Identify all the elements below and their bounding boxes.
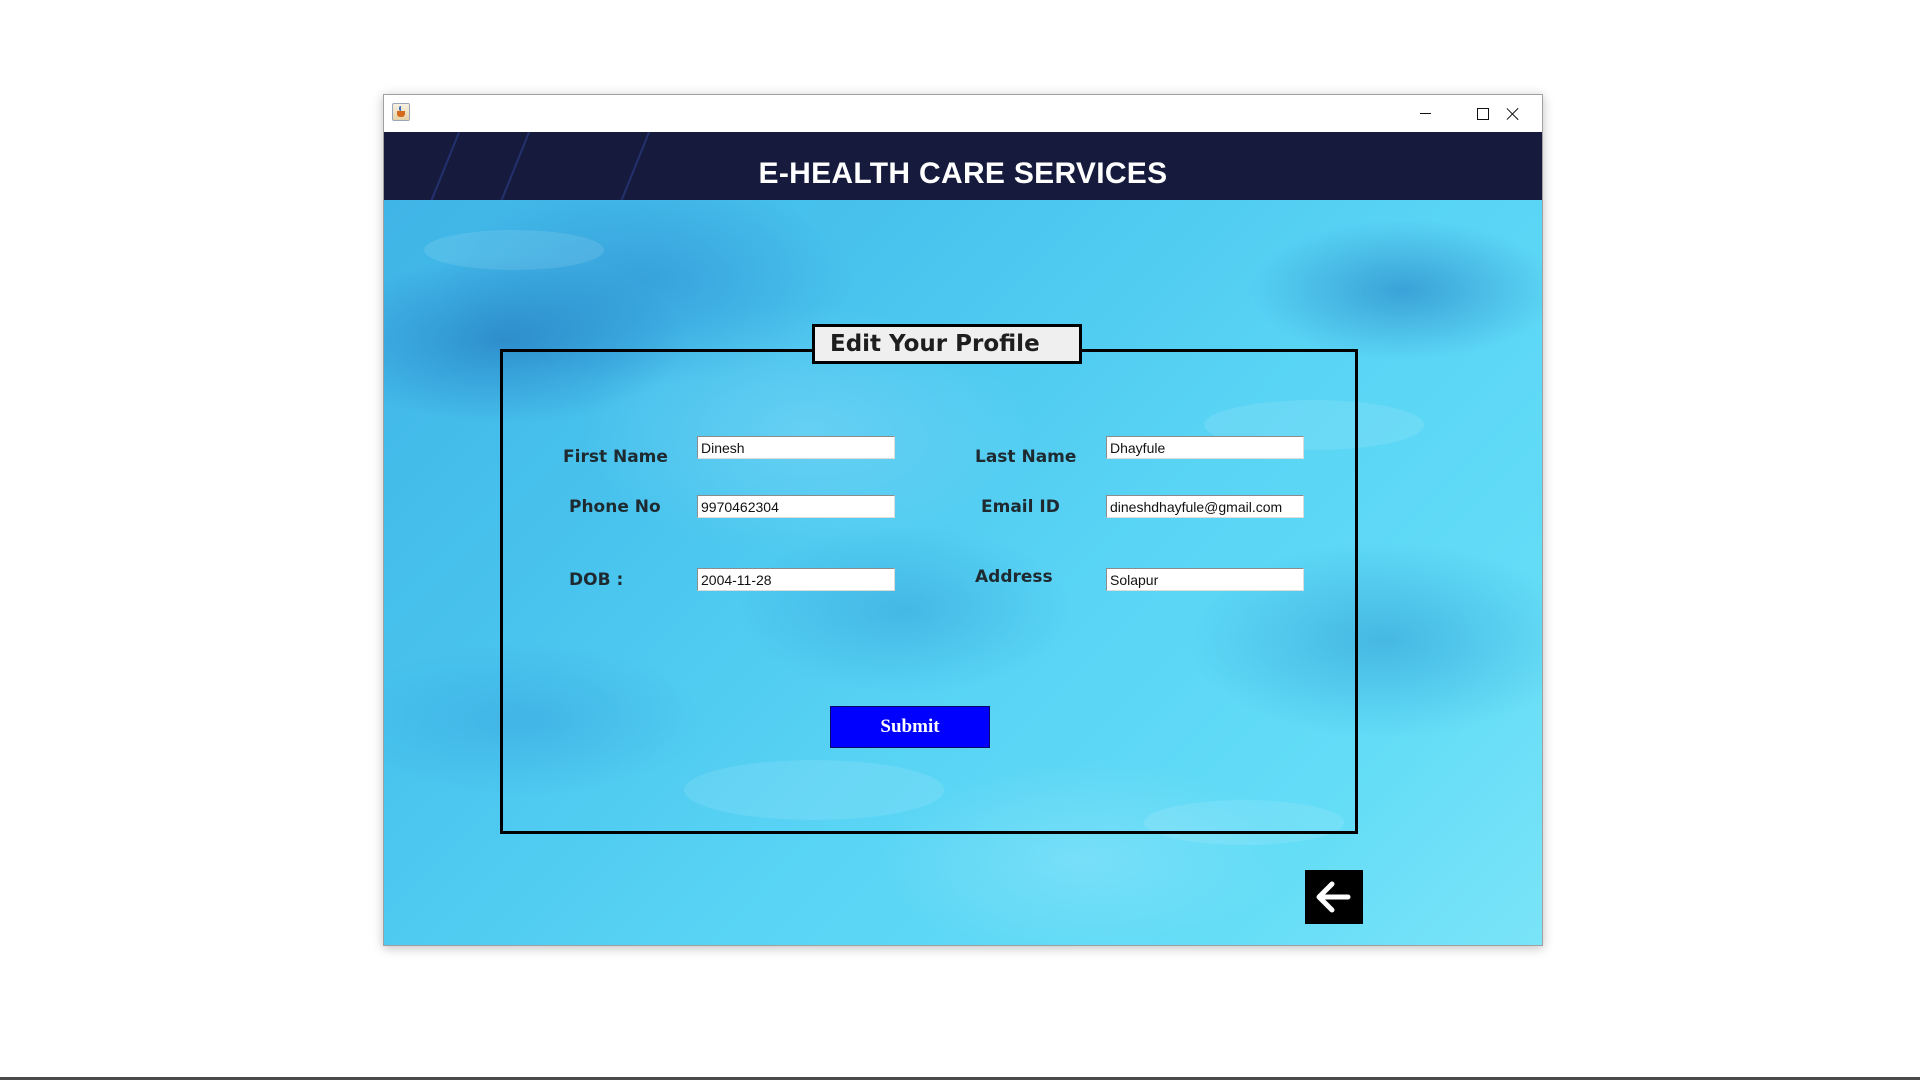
desktop: E-HEALTH CARE SERVICES Edit Your Profile… [0,0,1920,1080]
water-background: Edit Your Profile First Name Dinesh Last… [384,200,1542,945]
header-banner: E-HEALTH CARE SERVICES [384,132,1542,200]
address-label: Address [975,567,1053,587]
app-title: E-HEALTH CARE SERVICES [758,157,1168,190]
arrow-left-icon [1316,881,1351,913]
title-bar[interactable] [384,95,1542,132]
ripple-decoration [424,230,604,270]
java-cup-icon [392,103,410,121]
form-title: Edit Your Profile [812,324,1082,364]
close-button[interactable] [1484,95,1542,132]
dob-field[interactable]: 2004-11-28 [697,568,895,591]
minimize-button[interactable] [1396,95,1454,132]
first-name-label: First Name [563,447,668,467]
email-label: Email ID [981,497,1060,517]
last-name-label: Last Name [975,447,1077,467]
phone-label: Phone No [569,497,661,517]
back-button[interactable] [1305,870,1363,924]
last-name-field[interactable]: Dhayfule [1106,436,1304,459]
minimize-icon [1419,113,1431,114]
cup-shape [397,111,405,117]
profile-panel [500,349,1358,834]
dob-label: DOB : [569,570,624,590]
submit-button[interactable]: Submit [830,706,990,748]
phone-field[interactable]: 9970462304 [697,495,895,518]
close-icon [1506,107,1520,121]
email-field[interactable]: dineshdhayfule@gmail.com [1106,495,1304,518]
address-field[interactable]: Solapur [1106,568,1304,591]
app-window: E-HEALTH CARE SERVICES Edit Your Profile… [383,94,1543,946]
first-name-field[interactable]: Dinesh [697,436,895,459]
